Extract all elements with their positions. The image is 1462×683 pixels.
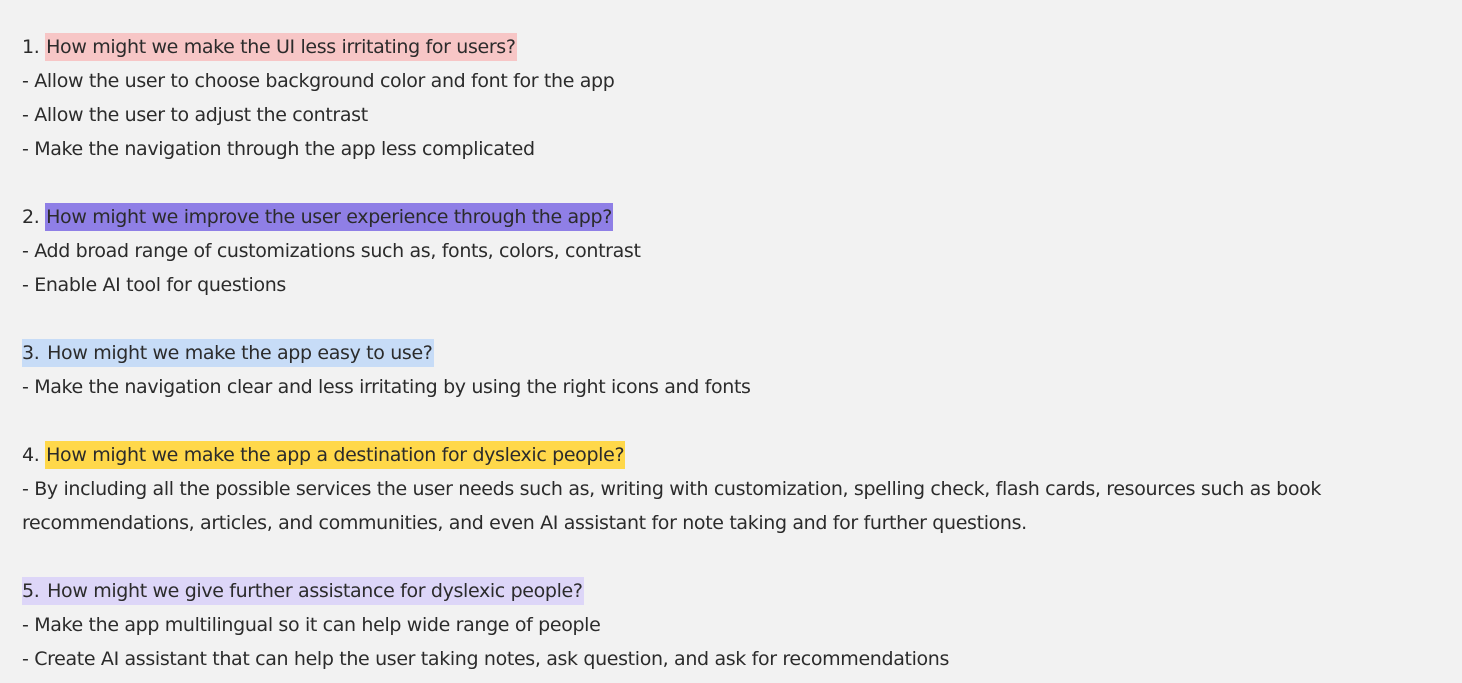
section-5-number: 5. [22, 577, 47, 605]
section-5-question: How might we give further assistance for… [46, 577, 584, 605]
section-4-number: 4. [22, 444, 46, 466]
section-2-number: 2. [22, 206, 46, 228]
section-5-answer-2: - Create AI assistant that can help the … [22, 648, 950, 670]
section-1-answer-1: - Allow the user to choose background co… [22, 70, 615, 92]
section-2-question: How might we improve the user experience… [45, 203, 613, 231]
section-4-answer-1: - By including all the possible services… [22, 478, 1322, 534]
section-5-answer-1: - Make the app multilingual so it can he… [22, 614, 601, 636]
document-body: 1. How might we make the UI less irritat… [0, 0, 1447, 676]
section-1-answer-2: - Allow the user to adjust the contrast [22, 104, 368, 126]
section-5: 5. How might we give further assistance … [22, 574, 1447, 676]
section-1-question: How might we make the UI less irritating… [45, 33, 517, 61]
section-3: 3. How might we make the app easy to use… [22, 336, 1447, 404]
section-3-number: 3. [22, 339, 47, 367]
section-1-answer-3: - Make the navigation through the app le… [22, 138, 535, 160]
section-2-answer-1: - Add broad range of customizations such… [22, 240, 641, 262]
section-1-number: 1. [22, 36, 46, 58]
section-3-answer-1: - Make the navigation clear and less irr… [22, 376, 751, 398]
section-4: 4. How might we make the app a destinati… [22, 438, 1447, 540]
section-2: 2. How might we improve the user experie… [22, 200, 1447, 302]
section-2-heading: 2. How might we improve the user experie… [22, 200, 1447, 234]
section-5-heading: 5. How might we give further assistance … [22, 574, 1447, 608]
section-3-question: How might we make the app easy to use? [46, 339, 434, 367]
section-3-heading: 3. How might we make the app easy to use… [22, 336, 1447, 370]
section-2-answer-2: - Enable AI tool for questions [22, 274, 286, 296]
section-4-heading: 4. How might we make the app a destinati… [22, 438, 1447, 472]
section-1: 1. How might we make the UI less irritat… [22, 30, 1447, 166]
section-4-question: How might we make the app a destination … [45, 441, 626, 469]
section-1-heading: 1. How might we make the UI less irritat… [22, 30, 1447, 64]
